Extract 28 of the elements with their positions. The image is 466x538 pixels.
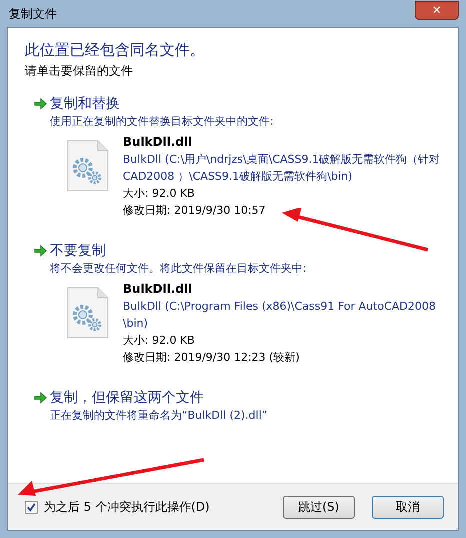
dialog-heading: 此位置已经包含同名文件。 — [25, 40, 206, 61]
file-path: BulkDll (C:\用户\ndrjzs\桌面\CASS9.1破解版无需软件狗（针对CAD2008 ）\CASS9.1破解版无需软件狗\bin) — [123, 152, 441, 185]
option-title[interactable]: 复制和替换 — [50, 94, 120, 114]
dialog-button[interactable]: 取消 — [372, 496, 444, 518]
option-title[interactable]: 复制，但保留这两个文件 — [50, 388, 204, 408]
option-description: 使用正在复制的文件替换目标文件夹中的文件: — [50, 114, 275, 130]
option-description: 正在复制的文件将重命名为“BulkDll (2).dll” — [50, 408, 269, 424]
file-size: 大小: 92.0 KB — [123, 186, 196, 202]
arrow-icon — [34, 392, 47, 404]
file-gear-icon — [67, 287, 109, 339]
file-date: 修改日期: 2019/9/30 12:23 (较新) — [123, 350, 301, 366]
dialog-instruction: 请单击要保留的文件 — [25, 63, 134, 80]
arrow-icon — [34, 245, 47, 257]
file-name: BulkDll.dll — [123, 281, 194, 298]
checkbox[interactable] — [25, 500, 38, 514]
file-name: BulkDll.dll — [123, 134, 194, 151]
arrow-icon — [34, 98, 47, 110]
option-description: 将不会更改任何文件。将此文件保留在目标文件夹中: — [50, 261, 308, 277]
file-gear-icon — [67, 140, 109, 192]
file-size: 大小: 92.0 KB — [123, 333, 196, 349]
close-button[interactable]: ✕ — [415, 1, 459, 20]
checkbox-label[interactable]: 为之后 5 个冲突执行此操作(D) — [44, 498, 210, 516]
file-date: 修改日期: 2019/9/30 10:57 — [123, 203, 267, 219]
dialog-button[interactable]: 跳过(S) — [283, 496, 355, 518]
option-title[interactable]: 不要复制 — [50, 241, 106, 261]
window-title: 复制文件 — [9, 6, 57, 22]
file-path: BulkDll (C:\Program Files (x86)\Cass91 For AutoCAD2008\bin) — [123, 299, 438, 332]
checkmark-icon — [27, 502, 36, 512]
